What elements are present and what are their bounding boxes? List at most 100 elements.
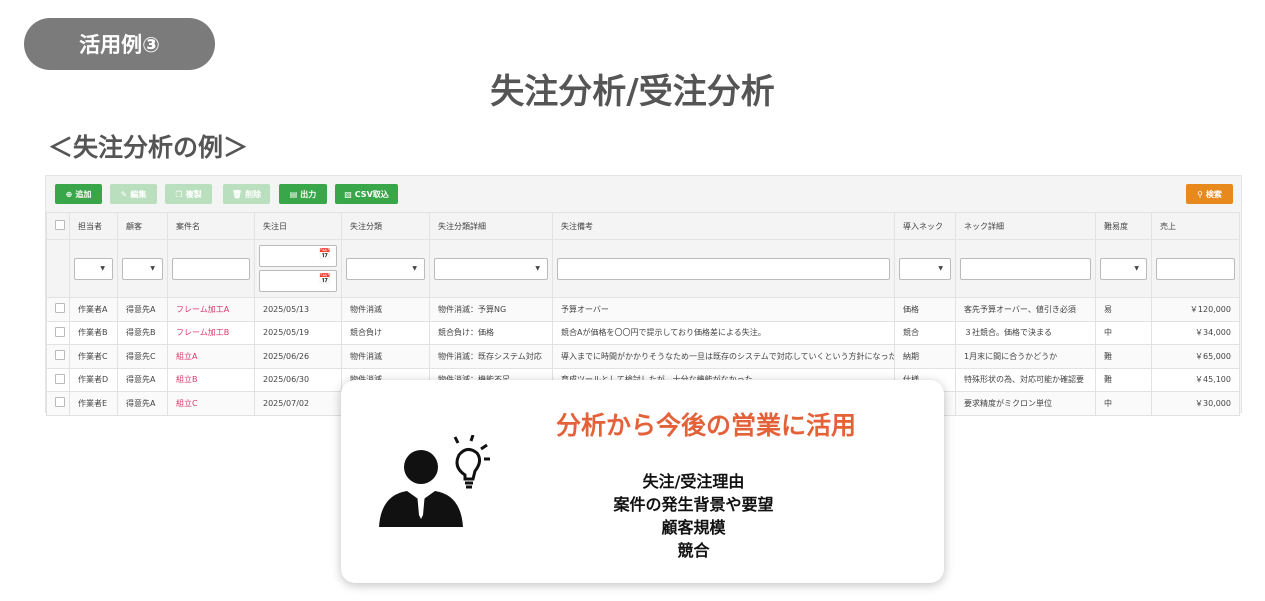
table-cell[interactable]: フレーム加工B <box>167 320 255 345</box>
table-cell[interactable]: フレーム加工A <box>167 297 255 322</box>
copy-button[interactable]: ❐ 複製 <box>165 184 212 204</box>
table-cell: 2025/06/26 <box>254 344 342 369</box>
table-cell[interactable]: 組立A <box>167 344 255 369</box>
table-cell: 作業者E <box>69 391 118 416</box>
add-button[interactable]: ⊕ 追加 <box>55 184 102 204</box>
table-cell: 中 <box>1095 391 1152 416</box>
date-from-input[interactable]: 📅 <box>259 245 337 267</box>
table-cell: 要求精度がミクロン単位 <box>955 391 1096 416</box>
export-button[interactable]: ▤ 出力 <box>279 184 327 204</box>
file-import-icon: ▧ <box>344 189 352 199</box>
bottleneck-filter-select[interactable]: ▼ <box>899 257 951 280</box>
column-header[interactable]: 担当者 <box>69 212 118 240</box>
pencil-icon: ✎ <box>120 189 128 199</box>
column-header[interactable]: 顧客 <box>117 212 168 240</box>
row-checkbox[interactable] <box>55 350 65 361</box>
table-cell: 作業者C <box>69 344 118 369</box>
select-all-checkbox[interactable] <box>55 220 65 230</box>
copy-icon: ❐ <box>175 189 183 199</box>
delete-button[interactable]: 🗑 削除 <box>223 184 270 204</box>
row-checkbox[interactable] <box>55 303 65 314</box>
table-cell: 2025/05/19 <box>254 320 342 345</box>
table-cell: 競合Aが価格を〇〇円で提示しており価格差による失注。 <box>552 320 895 345</box>
card-line: 顧客規模 <box>661 518 726 537</box>
export-file-icon: ▤ <box>289 189 298 199</box>
table-cell: 2025/06/30 <box>254 367 342 392</box>
row-checkbox[interactable] <box>55 397 65 408</box>
table-cell: ￥30,000 <box>1151 391 1240 416</box>
column-header[interactable]: 導入ネック <box>894 212 956 240</box>
table-cell: 納期 <box>894 344 956 369</box>
table-cell[interactable]: 組立C <box>167 391 255 416</box>
column-header[interactable]: 失注備考 <box>552 212 895 240</box>
date-to-input[interactable]: 📅 <box>259 270 337 292</box>
table-cell: 導入までに時間がかかりそうなため一旦は既存のシステムで対応していくという方針にな… <box>552 344 895 369</box>
column-header[interactable]: 案件名 <box>167 212 255 240</box>
customer-filter-select[interactable]: ▼ <box>122 257 163 280</box>
column-header[interactable]: 売上 <box>1151 212 1240 240</box>
card-line: 失注/受注理由 <box>642 472 745 491</box>
table-cell: 予算オーバー <box>552 297 895 322</box>
filter-row: ▼ ▼ 📅 📅 ▼ ▼ ▼ ▼ <box>46 239 1240 298</box>
column-header[interactable]: 失注分類詳細 <box>429 212 553 240</box>
table-cell: 得意先C <box>117 344 168 369</box>
table-cell[interactable]: 組立B <box>167 367 255 392</box>
table-cell: 中 <box>1095 320 1152 345</box>
table-row[interactable]: 作業者A 得意先A フレーム加工A 2025/05/13 物件消滅 物件消滅：予算NG 予算… <box>46 297 1240 322</box>
table-cell: 2025/05/13 <box>254 297 342 322</box>
project-filter-input[interactable] <box>172 257 250 280</box>
sales-filter-input[interactable] <box>1156 257 1235 280</box>
remarks-filter-input[interactable] <box>557 257 890 280</box>
bottleneck-detail-filter-input[interactable] <box>960 257 1091 280</box>
card-list: 失注/受注理由 案件の発生背景や要望 顧客規模 競合 <box>491 470 896 562</box>
table-cell: 得意先A <box>117 391 168 416</box>
trash-icon: 🗑 <box>231 189 243 199</box>
column-header[interactable]: 失注分類 <box>341 212 430 240</box>
table-cell: 作業者D <box>69 367 118 392</box>
table-cell: 得意先A <box>117 367 168 392</box>
card-line: 競合 <box>677 541 710 560</box>
csv-import-button[interactable]: ▧ CSV取込 <box>335 184 398 204</box>
calendar-icon[interactable]: 📅 <box>319 274 331 285</box>
caret-down-icon: ▼ <box>412 264 417 272</box>
card-title: 分析から今後の営業に活用 <box>555 411 856 440</box>
table-row[interactable]: 作業者C 得意先C 組立A 2025/06/26 物件消滅 物件消滅：既存システム対応 導入… <box>46 344 1240 369</box>
calendar-icon[interactable]: 📅 <box>319 249 331 260</box>
table-cell: 競合 <box>894 320 956 345</box>
table-cell: 競合負け <box>341 320 430 345</box>
table-cell: 作業者A <box>69 297 118 322</box>
staff-filter-select[interactable]: ▼ <box>74 257 113 280</box>
table-cell: ￥45,100 <box>1151 367 1240 392</box>
column-header[interactable]: ネック詳細 <box>955 212 1096 240</box>
table-cell: 1月末に間に合うかどうか <box>955 344 1096 369</box>
table-cell: 得意先A <box>117 297 168 322</box>
difficulty-filter-select[interactable]: ▼ <box>1100 257 1147 280</box>
header-row: 担当者 顧客 案件名 失注日 失注分類 失注分類詳細 失注備考 導入ネック ネッ… <box>46 212 1240 240</box>
table-row[interactable]: 作業者B 得意先B フレーム加工B 2025/05/19 競合負け 競合負け：価格 競合Aが… <box>46 320 1240 345</box>
column-header[interactable]: 難易度 <box>1095 212 1152 240</box>
table-cell: 難 <box>1095 344 1152 369</box>
row-checkbox[interactable] <box>55 373 65 384</box>
businessman-idea-icon <box>379 435 490 527</box>
column-header[interactable]: 失注日 <box>254 212 342 240</box>
table-cell: 易 <box>1095 297 1152 322</box>
category-filter-select[interactable]: ▼ <box>346 257 425 280</box>
table-cell: ￥34,000 <box>1151 320 1240 345</box>
lost-order-app: ⊕ 追加 ✎ 編集 ❐ 複製 🗑 削除 ▤ 出力 ▧ CSV取込 ⚲ 検索 担当者 顧客 案件… <box>45 175 1242 416</box>
table-cell: 競合負け：価格 <box>429 320 553 345</box>
table-cell: 得意先B <box>117 320 168 345</box>
category-detail-filter-select[interactable]: ▼ <box>434 257 548 280</box>
insight-card: 分析から今後の営業に活用 失注/受注理由 案件の発生背景や要望 顧客規模 競合 <box>341 380 944 583</box>
table-cell: ３社競合。価格で決まる <box>955 320 1096 345</box>
caret-down-icon: ▼ <box>100 264 105 272</box>
row-checkbox[interactable] <box>55 326 65 337</box>
search-button[interactable]: ⚲ 検索 <box>1186 184 1233 204</box>
table-cell: 物件消滅 <box>341 297 430 322</box>
section-subtitle: ＜失注分析の例＞ <box>48 133 249 162</box>
caret-down-icon: ▼ <box>150 264 155 272</box>
table-cell: 作業者B <box>69 320 118 345</box>
table-cell: 特殊形状の為、対応可能か確認要 <box>955 367 1096 392</box>
edit-button[interactable]: ✎ 編集 <box>110 184 157 204</box>
plus-circle-icon: ⊕ <box>65 189 73 199</box>
search-icon: ⚲ <box>1197 189 1203 199</box>
